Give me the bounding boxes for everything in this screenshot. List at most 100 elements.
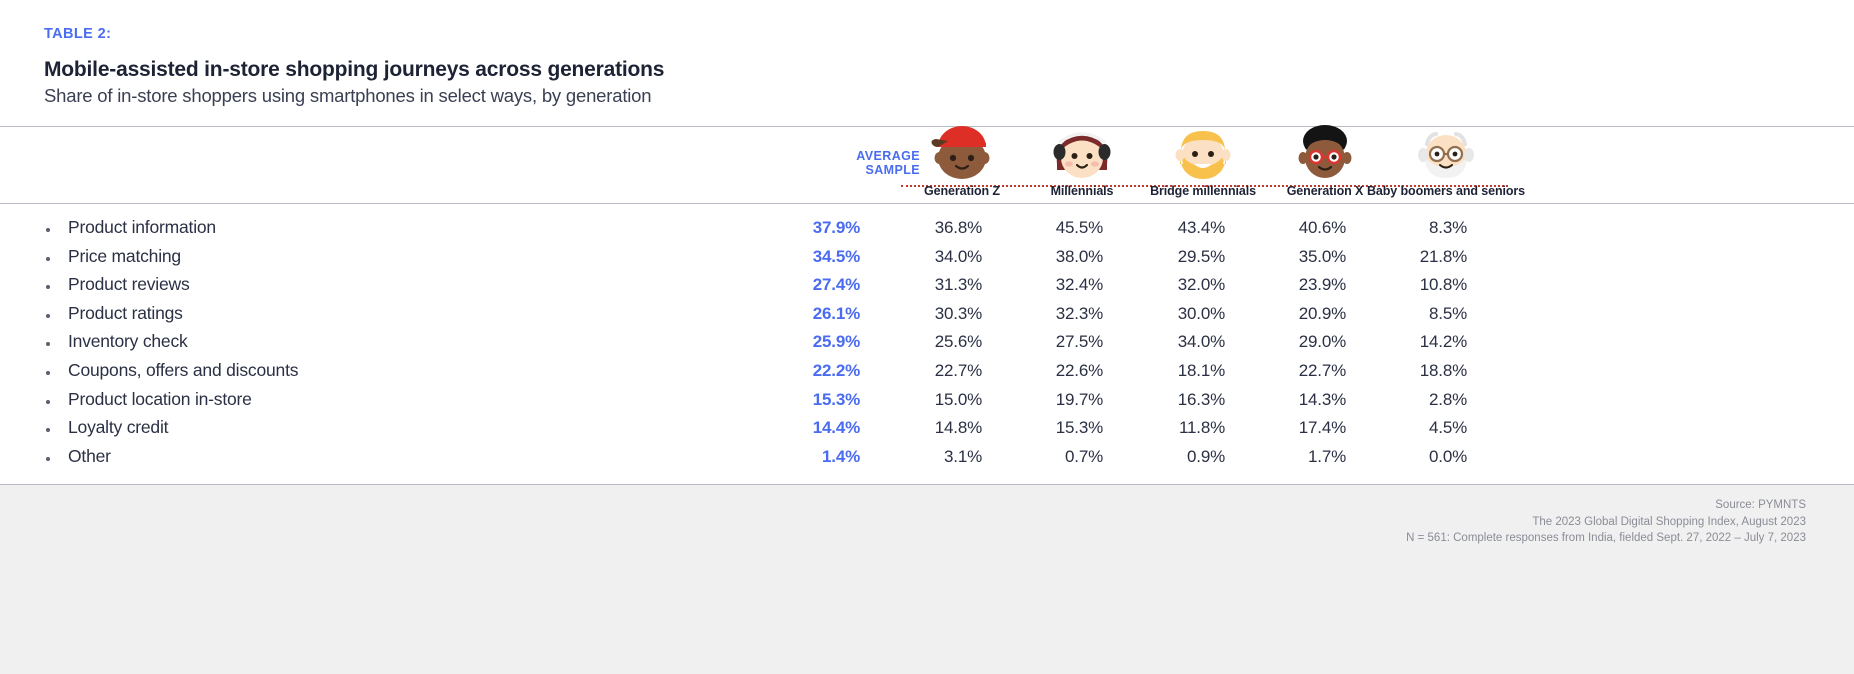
cell-value: 34.0% [934, 246, 982, 266]
cell-value: 30.0% [1177, 303, 1225, 323]
row-label: Loyalty credit [68, 417, 169, 438]
cell-average-sample: 25.9% [812, 332, 860, 352]
cell-average-sample: 15.3% [812, 389, 860, 409]
cell-value: 29.0% [1298, 332, 1346, 352]
row-label: Inventory check [68, 331, 188, 352]
generation-label: Baby boomers and seniors [1366, 184, 1526, 198]
cell-value: 16.3% [1177, 389, 1225, 409]
cell-average-sample: 14.4% [812, 418, 860, 438]
cell-value: 14.2% [1419, 332, 1467, 352]
cell-value: 22.6% [1055, 360, 1103, 380]
bullet-icon [46, 428, 50, 433]
avatar-baby-boomers-icon [1418, 132, 1474, 178]
cell-value: 23.9% [1298, 275, 1346, 295]
cell-value: 0.0% [1429, 446, 1467, 466]
row-label: Coupons, offers and discounts [68, 359, 299, 380]
cell-value: 15.3% [1055, 418, 1103, 438]
cell-value: 2.8% [1429, 389, 1467, 409]
cell-value: 34.0% [1177, 332, 1225, 352]
column-header-row: AVERAGE SAMPLE Generation Z Millennials … [0, 125, 1854, 203]
source-line-2: The 2023 Global Digital Shopping Index, … [1532, 515, 1806, 528]
cell-average-sample: 1.4% [822, 446, 860, 466]
cell-value: 40.6% [1298, 218, 1346, 237]
cell-average-sample: 22.2% [812, 360, 860, 380]
avatar-gen-x-icon [1298, 125, 1352, 178]
page-subtitle: Share of in-store shoppers using smartph… [44, 85, 652, 106]
table-row: Price matching 34.5% 34.0% 38.0% 29.5% 35.0% 2… [0, 245, 1854, 276]
footer: Source: PYMNTS The 2023 Global Digital S… [0, 485, 1854, 674]
cell-value: 14.3% [1298, 389, 1346, 409]
table-body: Product information 37.9% 36.8% 45.5% 43.4% 4… [0, 203, 1854, 484]
table-row: Loyalty credit 14.4% 14.8% 15.3% 11.8% 17.4% 4… [0, 417, 1854, 447]
table-row: Product ratings 26.1% 30.3% 32.3% 30.0% 20.9%… [0, 302, 1854, 333]
cell-value: 4.5% [1429, 418, 1467, 438]
page-title: Mobile-assisted in-store shopping journe… [44, 58, 665, 81]
avatar [1361, 122, 1531, 180]
cell-value: 1.7% [1308, 446, 1346, 466]
cell-value: 32.3% [1055, 303, 1103, 323]
bullet-icon [46, 228, 50, 232]
cell-value: 10.8% [1419, 275, 1467, 295]
source-note: Source: PYMNTS The 2023 Global Digital S… [1406, 497, 1806, 547]
table-row: Product information 37.9% 36.8% 45.5% 43.4% 4… [0, 217, 1854, 247]
row-label: Product information [68, 217, 216, 237]
table-row: Inventory check 25.9% 25.6% 27.5% 34.0% 29.0%… [0, 331, 1854, 361]
bullet-icon [46, 342, 50, 347]
bullet-icon [46, 370, 50, 375]
cell-average-sample: 34.5% [812, 246, 860, 266]
column-header-baby-boomers: Baby boomers and seniors [1361, 122, 1531, 199]
cell-value: 19.7% [1055, 389, 1103, 409]
cell-value: 32.4% [1055, 275, 1103, 295]
generation-columns: Generation Z Millennials Bridge millenni… [880, 122, 1854, 202]
table-row: Product location in-store 15.3% 15.0% 19.7%… [0, 388, 1854, 419]
bullet-icon [46, 313, 50, 318]
bullet-icon [46, 256, 50, 261]
cell-average-sample: 26.1% [812, 303, 860, 323]
cell-value: 14.8% [934, 418, 982, 438]
avatar-gen-z-icon [931, 126, 990, 179]
cell-value: 45.5% [1055, 218, 1103, 237]
cell-value: 18.8% [1419, 360, 1467, 380]
cell-average-sample: 37.9% [812, 218, 860, 237]
avatar-millennials-icon [1053, 132, 1111, 178]
cell-value: 21.8% [1419, 246, 1467, 266]
cell-value: 0.9% [1187, 446, 1225, 466]
cell-value: 8.5% [1429, 303, 1467, 323]
row-label: Product ratings [68, 302, 183, 323]
table-row: Product reviews 27.4% 31.3% 32.4% 32.0% 23.9%… [0, 274, 1854, 304]
source-line-1: Source: PYMNTS [1715, 499, 1806, 511]
cell-value: 11.8% [1179, 418, 1225, 438]
row-label: Product reviews [68, 274, 190, 295]
row-label: Other [68, 445, 111, 466]
cell-value: 31.3% [934, 275, 982, 295]
bullet-icon [46, 285, 50, 290]
cell-value: 15.0% [934, 389, 982, 409]
row-label: Price matching [68, 245, 181, 266]
table-figure: TABLE 2: Mobile-assisted in-store shoppi… [0, 0, 1854, 674]
bullet-icon [46, 399, 50, 404]
cell-value: 29.5% [1177, 246, 1225, 266]
source-line-3: N = 561: Complete responses from India, … [1406, 532, 1806, 544]
cell-value: 25.6% [934, 332, 982, 352]
cell-value: 22.7% [1298, 360, 1346, 380]
cell-value: 0.7% [1065, 446, 1103, 466]
bullet-icon [46, 456, 50, 461]
cell-value: 17.4% [1298, 418, 1346, 438]
cell-value: 43.4% [1177, 218, 1225, 237]
cell-value: 38.0% [1055, 246, 1103, 266]
cell-value: 3.1% [944, 446, 982, 466]
table-row: Other 1.4% 3.1% 0.7% 0.9% 1.7% 0.0% [0, 445, 1854, 476]
table-number-label: TABLE 2: [44, 26, 112, 42]
cell-value: 8.3% [1429, 218, 1467, 237]
cell-value: 30.3% [934, 303, 982, 323]
cell-value: 32.0% [1177, 275, 1225, 295]
row-label: Product location in-store [68, 388, 252, 409]
cell-value: 27.5% [1055, 332, 1103, 352]
cell-value: 35.0% [1298, 246, 1346, 266]
title-block: TABLE 2: Mobile-assisted in-store shoppi… [0, 0, 1854, 107]
table-row: Coupons, offers and discounts 22.2% 22.7% 2… [0, 359, 1854, 390]
cell-value: 18.1% [1177, 360, 1225, 380]
cell-value: 20.9% [1298, 303, 1346, 323]
cell-average-sample: 27.4% [812, 275, 860, 295]
cell-value: 22.7% [934, 360, 982, 380]
